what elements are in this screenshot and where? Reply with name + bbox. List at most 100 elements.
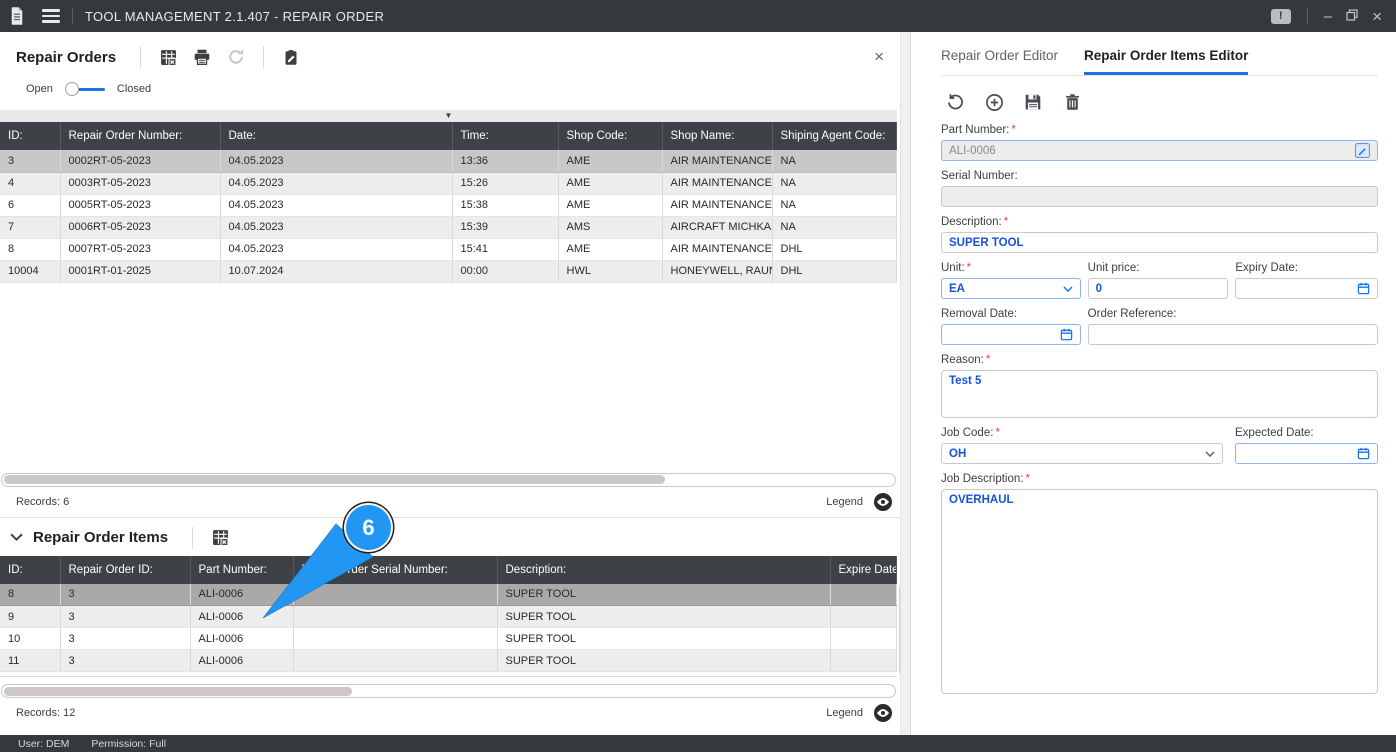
column-header[interactable]: Repair Order ID: xyxy=(60,555,191,584)
table-row[interactable]: 11 3 ALI-0006 SUPER TOOL xyxy=(0,649,897,672)
table-cell: NA xyxy=(772,172,897,195)
column-header[interactable]: Repair Order Serial Number: xyxy=(293,555,498,584)
restore-button[interactable] xyxy=(1346,8,1358,24)
table-cell: 7 xyxy=(0,216,61,239)
required-star: * xyxy=(1003,216,1009,228)
calendar-icon[interactable] xyxy=(1060,328,1073,341)
calendar-icon[interactable] xyxy=(1357,447,1370,460)
section-chevron-icon[interactable] xyxy=(10,533,23,542)
toggle-closed-label[interactable]: Closed xyxy=(117,83,151,95)
edit-button[interactable] xyxy=(278,45,304,69)
orders-horizontal-scrollbar[interactable] xyxy=(1,472,896,487)
legend-eye-icon[interactable] xyxy=(873,703,893,723)
table-row[interactable]: 10004 0001RT-01-2025 10.07.2024 00:00 HWL HON… xyxy=(0,260,897,283)
repair-order-items-table: ID: Repair Order ID: Part Number: Repair Or… xyxy=(0,555,897,672)
table-cell: 15:41 xyxy=(452,238,559,261)
table-cell: AME xyxy=(558,238,663,261)
table-row[interactable]: 3 0002RT-05-2023 04.05.2023 13:36 AME AIR MAI… xyxy=(0,150,897,173)
unit-price-label: Unit price:* xyxy=(1087,262,1140,274)
table-row[interactable]: 6 0005RT-05-2023 04.05.2023 15:38 AME AIR MAI… xyxy=(0,194,897,217)
column-header[interactable]: ID: xyxy=(0,555,61,584)
removal-date-field[interactable] xyxy=(941,324,1081,345)
table-cell: 04.05.2023 xyxy=(220,216,453,239)
expiry-date-label: Expiry Date:* xyxy=(1235,262,1298,274)
titlebar-separator xyxy=(72,8,73,24)
undo-refresh-button[interactable] xyxy=(943,90,967,114)
description-field[interactable]: SUPER TOOL xyxy=(941,232,1378,253)
toggle-open-label[interactable]: Open xyxy=(26,83,53,95)
table-row[interactable]: 8 0007RT-05-2023 04.05.2023 15:41 AME AIR MAI… xyxy=(0,238,897,261)
table-row[interactable]: 7 0006RT-05-2023 04.05.2023 15:39 AMS AIRCRAF… xyxy=(0,216,897,239)
items-export-excel-button[interactable] xyxy=(207,526,233,550)
part-number-label: Part Number: * xyxy=(941,124,1016,136)
column-header[interactable]: Shop Name: xyxy=(662,122,773,150)
table-cell: 3 xyxy=(60,605,191,628)
chevron-down-icon xyxy=(1063,285,1073,292)
tab-repair-order-editor[interactable]: Repair Order Editor xyxy=(941,48,1058,75)
panel-splitter[interactable] xyxy=(900,32,911,735)
job-description-textarea[interactable]: OVERHAUL xyxy=(941,489,1378,694)
delete-button[interactable] xyxy=(1060,90,1084,114)
table-cell: 13:36 xyxy=(452,150,559,173)
unit-price-field[interactable]: 0 xyxy=(1087,278,1229,299)
save-button[interactable] xyxy=(1021,90,1045,114)
add-item-button[interactable] xyxy=(982,90,1006,114)
legend-label: Legend xyxy=(826,495,863,508)
job-description-label: Job Description: * xyxy=(941,473,1030,485)
print-button[interactable] xyxy=(189,45,215,69)
part-number-field[interactable]: ALI-0006 xyxy=(941,140,1378,161)
legend-eye-icon[interactable] xyxy=(873,492,893,512)
hamburger-menu-icon[interactable] xyxy=(42,9,60,23)
order-reference-label: Order Reference:* xyxy=(1087,308,1177,320)
table-row[interactable]: 9 3 ALI-0006 SUPER TOOL xyxy=(0,605,897,628)
table-cell: AIRCRAFT MICHKAS... xyxy=(662,216,773,239)
calendar-icon[interactable] xyxy=(1357,282,1370,295)
column-header[interactable]: ID: xyxy=(0,122,61,150)
table-cell: 0005RT-05-2023 xyxy=(60,194,221,217)
unit-select[interactable]: EA xyxy=(941,278,1081,299)
column-header[interactable]: Date: xyxy=(220,122,453,150)
column-header[interactable]: Part Number: xyxy=(190,555,294,584)
close-button[interactable]: × xyxy=(1372,8,1382,25)
job-code-select[interactable]: OH xyxy=(941,443,1223,464)
required-star: * xyxy=(1025,473,1030,485)
minimize-button[interactable]: – xyxy=(1324,9,1332,24)
column-header[interactable]: Shiping Agent Code: xyxy=(772,122,897,150)
serial-number-field[interactable] xyxy=(941,186,1378,207)
grid-collapse-strip[interactable]: ▼ xyxy=(0,110,897,122)
column-header[interactable]: Repair Order Number: xyxy=(60,122,221,150)
reason-textarea[interactable]: Test 5 xyxy=(941,370,1378,418)
column-header[interactable]: Shop Code: xyxy=(558,122,663,150)
table-cell: DHL xyxy=(772,260,897,283)
table-cell: 10.07.2024 xyxy=(220,260,453,283)
column-header[interactable]: Description: xyxy=(497,555,831,584)
table-row[interactable]: 10 3 ALI-0006 SUPER TOOL xyxy=(0,627,897,650)
table-cell: AME xyxy=(558,150,663,173)
part-number-lookup-icon[interactable] xyxy=(1355,143,1370,158)
table-cell: 10004 xyxy=(0,260,61,283)
column-header[interactable]: Expire Date: xyxy=(830,555,897,584)
items-horizontal-scrollbar[interactable] xyxy=(1,684,896,698)
table-row[interactable]: 4 0003RT-05-2023 04.05.2023 15:26 AME AIR MAI… xyxy=(0,172,897,195)
table-cell: 15:26 xyxy=(452,172,559,195)
order-reference-field[interactable] xyxy=(1087,324,1378,345)
open-closed-toggle[interactable] xyxy=(64,82,105,96)
table-cell: HWL xyxy=(558,260,663,283)
table-cell: 6 xyxy=(0,194,61,217)
table-cell: NA xyxy=(772,150,897,173)
table-cell: 15:38 xyxy=(452,194,559,217)
refresh-button[interactable] xyxy=(223,45,249,69)
close-panel-button[interactable]: × xyxy=(874,48,884,65)
table-cell: AIR MAINTENANCE E... xyxy=(662,150,773,173)
window-title: TOOL MANAGEMENT 2.1.407 - REPAIR ORDER xyxy=(85,8,385,24)
column-header[interactable]: Time: xyxy=(452,122,559,150)
table-row[interactable]: 8 3 ALI-0006 SUPER TOOL xyxy=(0,583,897,606)
panel-title: Repair Orders xyxy=(16,48,117,66)
expiry-date-field[interactable] xyxy=(1235,278,1378,299)
table-cell: AMS xyxy=(558,216,663,239)
export-excel-button[interactable] xyxy=(155,45,181,69)
partial-row xyxy=(0,672,897,677)
tab-repair-order-items-editor[interactable]: Repair Order Items Editor xyxy=(1084,48,1249,75)
notification-icon[interactable]: ! xyxy=(1270,8,1291,24)
expected-date-field[interactable] xyxy=(1235,443,1378,464)
